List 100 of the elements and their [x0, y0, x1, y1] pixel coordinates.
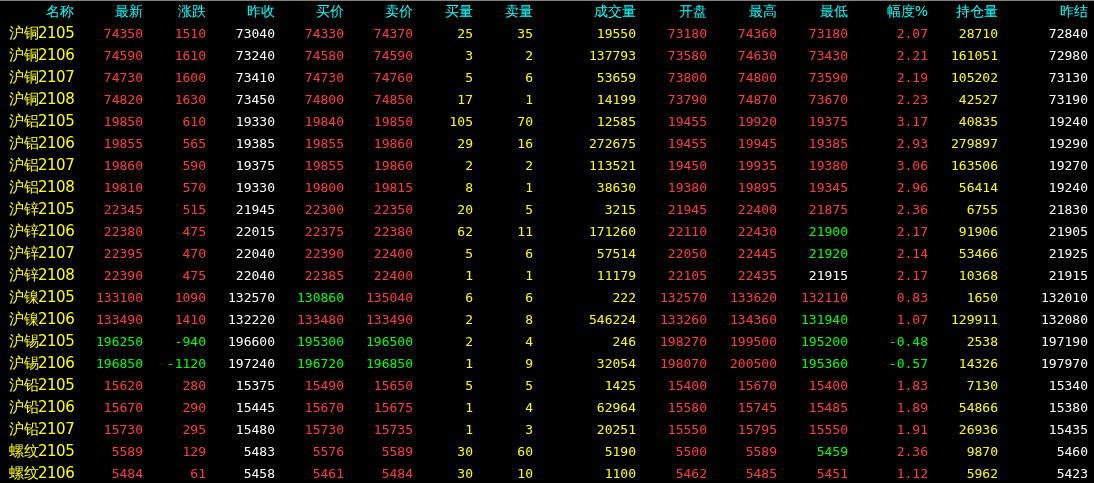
- table-cell-text: 73130: [1047, 69, 1088, 85]
- table-cell-text: 132220: [227, 311, 275, 327]
- table-cell-text: 21875: [807, 201, 848, 217]
- table-cell-text: 15490: [303, 377, 344, 393]
- column-header[interactable]: 幅度%: [848, 2, 928, 21]
- table-cell-text: 295: [181, 421, 206, 437]
- table-cell-text: 9: [524, 355, 533, 371]
- table-cell-text: 74360: [736, 25, 777, 41]
- table-cell-text: 42527: [957, 91, 998, 107]
- contract-name[interactable]: 螺纹2105: [0, 441, 74, 461]
- table-cell-text: 5: [524, 377, 533, 393]
- table-cell-text: 19345: [807, 179, 848, 195]
- table-cell-text: 279897: [950, 135, 998, 151]
- contract-name[interactable]: 沪铅2105: [0, 375, 74, 395]
- table-cell-text: 22380: [372, 223, 413, 239]
- table-cell-text: 15675: [372, 399, 413, 415]
- table-cell-text: 2.23: [895, 91, 928, 107]
- contract-name[interactable]: 沪锌2105: [0, 199, 74, 219]
- table-cell-text: 2.36: [895, 201, 928, 217]
- table-cell-text: 15435: [1047, 421, 1088, 437]
- table-cell-text: 5484: [110, 465, 143, 481]
- table-cell-text: 19240: [1047, 113, 1088, 129]
- table-cell-text: 2.93: [895, 135, 928, 151]
- table-cell-text: 21900: [807, 223, 848, 239]
- table-cell-text: 5500: [674, 443, 707, 459]
- table-cell-text: 290: [181, 399, 206, 415]
- table-cell-text: 19385: [234, 135, 275, 151]
- table-cell-text: 15670: [736, 377, 777, 393]
- table-cell-text: 133490: [365, 311, 413, 327]
- table-cell-text: 6: [524, 289, 533, 305]
- table-cell-text: 132010: [1040, 289, 1088, 305]
- table-cell-text: 15795: [736, 421, 777, 437]
- table-cell-text: 2: [524, 47, 533, 63]
- table-cell-text: 15730: [102, 421, 143, 437]
- table-cell-text: 1.83: [895, 377, 928, 393]
- table-cell-text: 15735: [372, 421, 413, 437]
- contract-name[interactable]: 沪铝2106: [0, 133, 74, 153]
- column-header[interactable]: 卖价: [344, 2, 413, 21]
- column-header[interactable]: 卖量: [473, 2, 533, 21]
- table-cell-text: 19855: [303, 135, 344, 151]
- table-cell-text: 610: [181, 113, 206, 129]
- table-cell-text: 73240: [234, 47, 275, 63]
- table-cell-text: 91906: [957, 223, 998, 239]
- column-header[interactable]: 最新: [74, 2, 143, 21]
- column-header[interactable]: 开盘: [636, 2, 707, 21]
- contract-name[interactable]: 螺纹2106: [0, 463, 74, 483]
- table-cell-text: 21945: [666, 201, 707, 217]
- table-cell-text: 195360: [800, 355, 848, 371]
- table-cell-text: 74800: [736, 69, 777, 85]
- table-cell-text: 19380: [666, 179, 707, 195]
- table-cell-text: 19810: [102, 179, 143, 195]
- table-cell-text: 22445: [736, 245, 777, 261]
- column-header[interactable]: 昨结: [998, 2, 1088, 21]
- table-cell-text: 5458: [242, 465, 275, 481]
- column-header[interactable]: 名称: [0, 2, 74, 21]
- table-cell-text: 19840: [303, 113, 344, 129]
- table-cell-text: 74730: [303, 69, 344, 85]
- table-cell-text: 56414: [957, 179, 998, 195]
- column-header[interactable]: 最低: [777, 2, 848, 21]
- table-cell-text: 133260: [659, 311, 707, 327]
- table-cell-text: 19380: [807, 157, 848, 173]
- table-cell-text: 15485: [807, 399, 848, 415]
- contract-name[interactable]: 沪铅2106: [0, 397, 74, 417]
- contract-name[interactable]: 沪锌2108: [0, 265, 74, 285]
- column-header[interactable]: 买价: [275, 2, 344, 21]
- table-cell-text: 73590: [807, 69, 848, 85]
- table-cell-text: 73790: [666, 91, 707, 107]
- contract-name[interactable]: 沪锡2106: [0, 353, 74, 373]
- contract-name[interactable]: 沪铜2106: [0, 45, 74, 65]
- table-cell-text: 1610: [173, 47, 206, 63]
- table-cell-text: 570: [181, 179, 206, 195]
- column-header[interactable]: 涨跌: [143, 2, 206, 21]
- column-header[interactable]: 成交量: [533, 2, 636, 21]
- contract-name[interactable]: 沪锡2105: [0, 331, 74, 351]
- contract-name[interactable]: 沪镍2106: [0, 309, 74, 329]
- column-header[interactable]: 持仓量: [928, 2, 998, 21]
- table-cell-text: 19860: [372, 135, 413, 151]
- table-cell-text: 14199: [595, 91, 636, 107]
- contract-name[interactable]: 沪铜2108: [0, 89, 74, 109]
- contract-name[interactable]: 沪镍2105: [0, 287, 74, 307]
- table-cell-text: 515: [181, 201, 206, 217]
- contract-name[interactable]: 沪铝2107: [0, 155, 74, 175]
- contract-name[interactable]: 沪铜2107: [0, 67, 74, 87]
- table-cell-text: 1: [464, 421, 473, 437]
- contract-name[interactable]: 沪铜2105: [0, 23, 74, 43]
- column-header[interactable]: 买量: [413, 2, 473, 21]
- table-cell-text: 62964: [595, 399, 636, 415]
- contract-name[interactable]: 沪铅2107: [0, 419, 74, 439]
- contract-name[interactable]: 沪铝2108: [0, 177, 74, 197]
- column-header[interactable]: 最高: [707, 2, 777, 21]
- column-header[interactable]: 昨收: [206, 2, 275, 21]
- contract-name[interactable]: 沪锌2107: [0, 243, 74, 263]
- table-cell-text: 19455: [666, 113, 707, 129]
- table-cell-text: 1: [464, 355, 473, 371]
- contract-name[interactable]: 沪铝2105: [0, 111, 74, 131]
- table-cell-text: 5589: [380, 443, 413, 459]
- table-cell-text: -0.57: [887, 355, 928, 371]
- contract-name[interactable]: 沪锌2106: [0, 221, 74, 241]
- table-cell-text: 5423: [1055, 465, 1088, 481]
- table-cell-text: 22015: [234, 223, 275, 239]
